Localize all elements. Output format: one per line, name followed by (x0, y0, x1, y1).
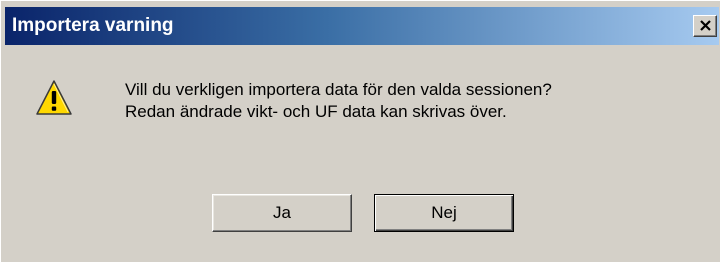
dialog-window: Importera varning Vill du verkligen impo… (0, 0, 720, 262)
dialog-message: Vill du verkligen importera data för den… (125, 79, 552, 123)
close-button[interactable] (693, 15, 717, 37)
no-button[interactable]: Nej (374, 194, 514, 232)
message-line-1: Vill du verkligen importera data för den… (125, 80, 552, 99)
dialog-title: Importera varning (12, 15, 174, 36)
close-icon (700, 20, 711, 31)
title-bar[interactable]: Importera varning (5, 7, 719, 45)
yes-button[interactable]: Ja (212, 194, 352, 232)
warning-icon (36, 80, 72, 115)
message-line-2: Redan ändrade vikt- och UF data kan skri… (125, 102, 507, 121)
